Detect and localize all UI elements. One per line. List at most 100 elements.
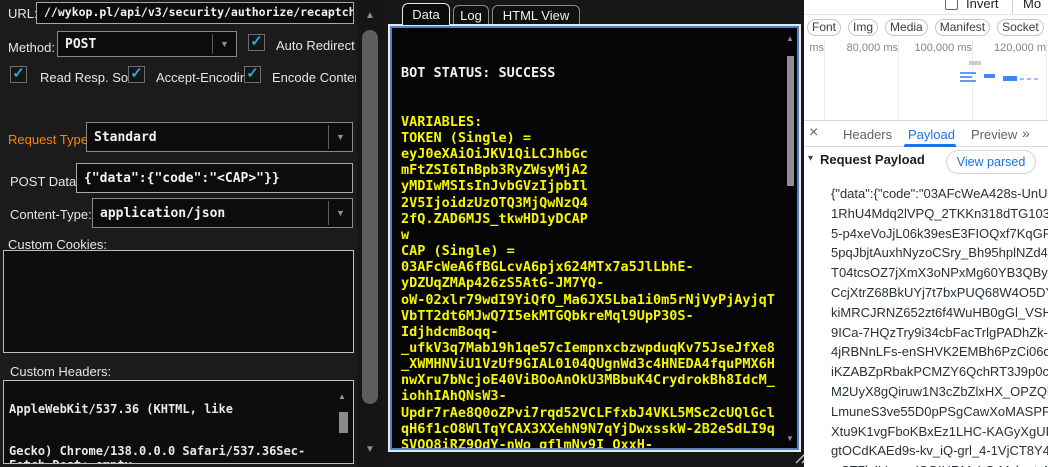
payload-line: 9ICa-7HQzTry9i34cbFacTrlgPADhZk-q8zM <box>831 323 1048 343</box>
auto-redirect-label: Auto Redirect <box>276 38 355 53</box>
waterfall-bar <box>1027 78 1031 80</box>
payload-line: CcjXtrZ68BkUYj7t7bxPUQ68W4O5DYcdk5 <box>831 283 1048 303</box>
payload-line: LmuneS3ve55D0pPSgCawXoMASPFCIA9t <box>831 402 1048 422</box>
custom-headers-textarea[interactable]: AppleWebKit/537.36 (KHTML, like Gecko) C… <box>3 380 354 464</box>
gridline <box>1046 40 1047 120</box>
console-line: 2V5IjoidzUzOTQ3MjQwNzQ4 <box>401 195 783 211</box>
filter-pills-row: FontImgMediaManifestSocketW <box>807 19 1048 36</box>
post-data-label: POST Data: <box>10 174 80 189</box>
debugger-panel: Data Log HTML View BOT STATUS: SUCCESS V… <box>383 0 804 467</box>
post-data-input[interactable]: {"data":{"code":"<CAP>"}} <box>76 163 353 193</box>
request-type-label: Request Type: <box>8 132 92 147</box>
tab-html-view[interactable]: HTML View <box>492 5 580 25</box>
accept-encoding-checkbox[interactable]: ✓ <box>128 66 145 83</box>
payload-line: 5pqJbjtAuxhNyzoCSry_Bh95hplNZd4lkzcl <box>831 243 1048 263</box>
active-tab-underline <box>904 144 956 147</box>
method-value: POST <box>65 38 96 51</box>
waterfall-bar <box>1034 78 1038 80</box>
header-line: Gecko) Chrome/138.0.0.0 Safari/537.36Sec… <box>9 444 353 458</box>
payload-line: 5-p4xeVoJjL06k39esE3FIOQxf7KqGF1aF05 <box>831 224 1048 244</box>
payload-line: kiMRCJRNZ652zt6f4WuHB0gGl_VSH_K90 <box>831 303 1048 323</box>
url-input[interactable]: //wykop.pl/api/v3/security/authorize/rec… <box>36 2 354 24</box>
console-line: mFtZSI6InBpb3RyZWsyMjA2 <box>401 162 783 178</box>
payload-line: 4jRBNnLFs-enSHVK2EMBh6PzCi06dEvxTe <box>831 342 1048 362</box>
scrollbar-thumb[interactable] <box>362 30 378 404</box>
chevron-down-icon[interactable]: ▼ <box>328 201 352 225</box>
console-line: eyJ0eXAiOiJKV1QiLCJhbGc <box>401 146 783 162</box>
divider <box>804 14 1048 15</box>
timeline-tick-label: 100,000 ms <box>915 42 972 54</box>
console-line: yDZUqZMAp426zS5AtG-JM7YQ- <box>401 275 783 291</box>
tab-preview[interactable]: Preview <box>971 127 1017 142</box>
tab-log[interactable]: Log <box>453 5 489 25</box>
request-payload-row: ▾ Request Payload View parsed <box>804 148 1048 178</box>
payload-line: 1RhU4Mdq2lVPQ_2TKKn318dTG103sLnK <box>831 204 1048 224</box>
chevron-down-icon[interactable]: ▼ <box>212 34 236 54</box>
filter-pill[interactable]: Img <box>848 19 878 36</box>
network-detail-tabs: × Headers Payload Preview » <box>804 121 1048 147</box>
invert-checkbox[interactable] <box>945 0 958 10</box>
scrollbar-thumb[interactable] <box>787 56 794 186</box>
scroll-up-icon[interactable]: ▲ <box>785 34 795 43</box>
payload-line: T04tcsOZ7jXmX3oNPxMg60YB3QByF7m4 <box>831 263 1048 283</box>
content-type-label: Content-Type: <box>10 207 92 222</box>
payload-line: iKZABZpRbakPCMZY6QchRT3J9p0cB9I0t5 <box>831 362 1048 382</box>
payload-line: M2UyX8gQiruw1N3cZbZlxHX_OPZQkO8r <box>831 382 1048 402</box>
scroll-up-icon[interactable]: ▲ <box>357 10 383 21</box>
close-icon[interactable]: × <box>809 124 818 142</box>
scroll-down-icon[interactable]: ▼ <box>785 434 795 443</box>
waterfall-bar <box>1020 78 1024 80</box>
timeline-tick-label: 120,000 m <box>994 42 1046 54</box>
console-line: iohhIAhQNsW3- <box>401 388 783 404</box>
console-line: Updr7rAe8Q0oZPvi7rqd52VCLFfxbJ4VKL5MSc2c… <box>401 405 783 421</box>
filter-pill[interactable]: Media <box>885 19 928 36</box>
console-line: _XWMHNViU1VzUf9GIAL0104QUgnWd3c4HNEDA4fq… <box>401 356 783 372</box>
method-dropdown[interactable]: POST ▼ <box>57 31 237 57</box>
request-type-dropdown[interactable]: Standard ▼ <box>86 122 353 152</box>
devtools-topbar: Invert Mo <box>804 0 1048 15</box>
timeline-tick-label: 80,000 ms <box>847 42 898 54</box>
encode-content-label: Encode Conten <box>272 70 356 85</box>
tab-headers[interactable]: Headers <box>843 127 892 142</box>
custom-cookies-textarea[interactable] <box>3 250 354 353</box>
header-line-partial: AppleWebKit/537.36 (KHTML, like <box>9 402 353 416</box>
console-line: CAP (Single) = <box>401 243 783 259</box>
payload-line: gtOCdKAEd9s-kv_iQ-grl_4-1VjCT8Y4gHP <box>831 441 1048 461</box>
filter-pill[interactable]: Font <box>807 19 841 36</box>
content-type-value: application/json <box>100 207 225 220</box>
console-line: 03AFcWeA6fBGLcvA6pjx624MTx7a5JlLbhE- <box>401 259 783 275</box>
chevron-down-icon[interactable]: ▼ <box>328 125 352 149</box>
waterfall-bar <box>969 61 981 65</box>
request-settings-panel: URL: //wykop.pl/api/v3/security/authoriz… <box>0 0 356 467</box>
overflow-chevron-icon[interactable]: » <box>1022 125 1030 141</box>
check-icon: ✓ <box>12 66 25 81</box>
invert-label: Invert <box>966 0 999 11</box>
filter-pill[interactable]: Socket <box>997 19 1044 36</box>
custom-headers-label: Custom Headers: <box>10 364 111 379</box>
view-parsed-button[interactable]: View parsed <box>946 150 1036 174</box>
check-icon: ✓ <box>246 66 259 81</box>
console-line: nwXru7bNcjoE40ViBOoAnOkU3MBbuK4CrydrokBh… <box>401 372 783 388</box>
encode-content-checkbox[interactable]: ✓ <box>244 66 261 83</box>
method-label: Method: <box>8 40 55 55</box>
console-line: qH6f1cO8WlTqYCAX3XXehN9N7qYjDwxsskW-2B2e… <box>401 421 783 437</box>
content-type-dropdown[interactable]: application/json ▼ <box>92 198 353 228</box>
console-line: yMDIwMSIsInJvbGVzIjpbIl <box>401 178 783 194</box>
auto-redirect-checkbox[interactable]: ✓ <box>248 34 265 51</box>
read-response-checkbox[interactable]: ✓ <box>10 66 27 83</box>
caret-down-icon[interactable]: ▾ <box>808 153 813 164</box>
check-icon: ✓ <box>250 34 263 49</box>
request-type-value: Standard <box>94 131 157 144</box>
tab-data[interactable]: Data <box>402 3 450 25</box>
waterfall-bar <box>960 76 972 78</box>
debugger-console[interactable]: BOT STATUS: SUCCESS VARIABLES:TOKEN (Sin… <box>388 24 801 452</box>
vertical-scrollbar[interactable]: ▲ ▼ <box>357 0 383 467</box>
tab-payload[interactable]: Payload <box>908 127 955 142</box>
scroll-up-icon[interactable]: ▲ <box>338 392 346 401</box>
waterfall-bar <box>960 72 976 74</box>
scrollbar-thumb[interactable] <box>339 412 348 433</box>
waterfall-bar <box>1003 76 1017 81</box>
payload-line: wCT7k4VgseoISGIHRMzLCrMchmtcNQU1D <box>831 461 1048 467</box>
scroll-down-icon[interactable]: ▼ <box>357 444 383 455</box>
filter-pill[interactable]: Manifest <box>935 19 990 36</box>
